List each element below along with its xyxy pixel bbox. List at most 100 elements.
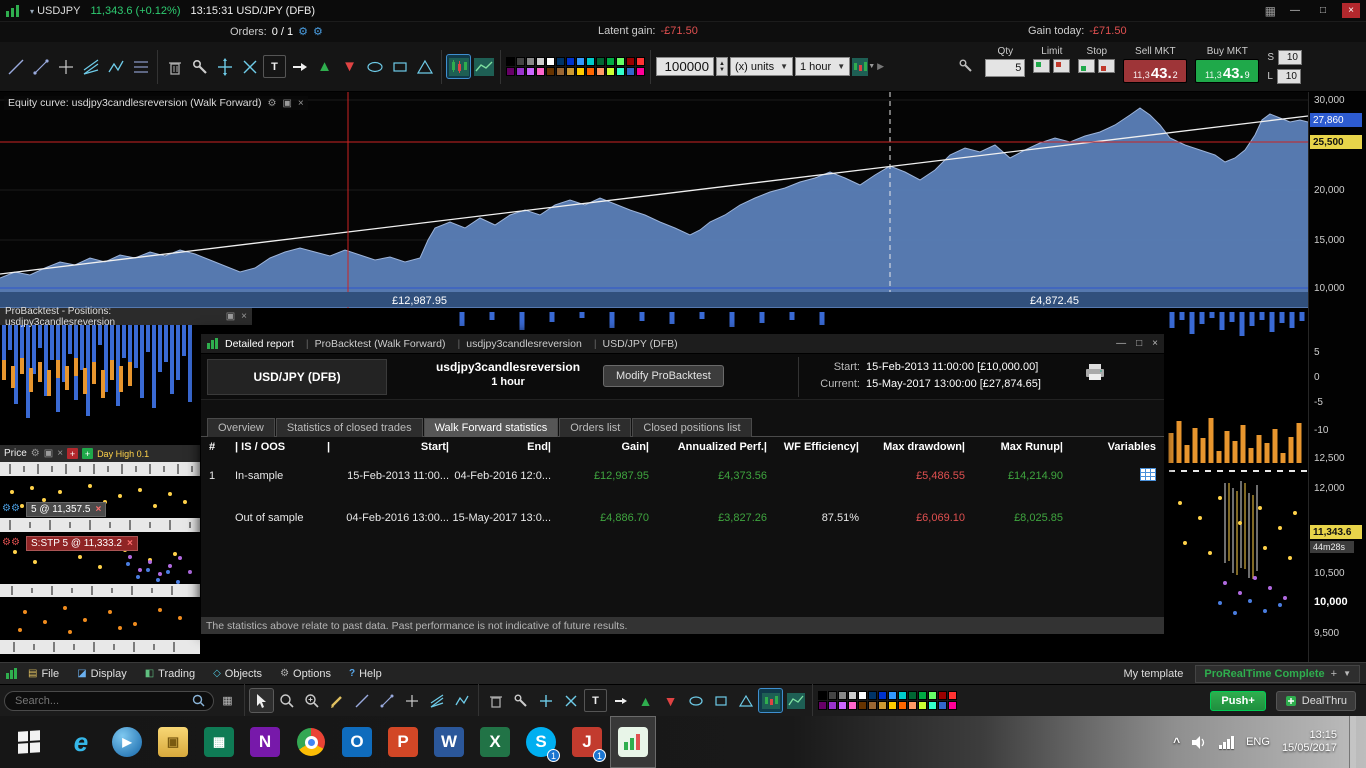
right-price-chart[interactable]	[1165, 333, 1308, 662]
ellipse-tool-icon[interactable]	[684, 689, 707, 712]
report-maximize-icon[interactable]: □	[1136, 338, 1142, 349]
color-swatch[interactable]	[888, 691, 897, 700]
color-swatch[interactable]	[818, 691, 827, 700]
text-tool-icon[interactable]: T	[584, 689, 607, 712]
taskbar-item-powerpoint[interactable]: P	[380, 716, 426, 768]
text-tool-icon[interactable]: T	[263, 55, 286, 78]
color-swatch[interactable]	[536, 57, 545, 66]
color-swatch[interactable]	[948, 701, 957, 710]
rectangle-tool-icon[interactable]	[388, 55, 411, 78]
price-chart[interactable]	[0, 462, 200, 662]
color-swatch[interactable]	[616, 57, 625, 66]
color-swatch[interactable]	[626, 57, 635, 66]
taskbar-item-prorealtime[interactable]	[610, 716, 656, 768]
color-swatch[interactable]	[586, 57, 595, 66]
taskbar-item-app-red[interactable]: J1	[564, 716, 610, 768]
search-box[interactable]	[4, 690, 214, 711]
color-swatch[interactable]	[828, 691, 837, 700]
color-swatch[interactable]	[606, 67, 615, 76]
color-swatch[interactable]	[848, 691, 857, 700]
volume-icon[interactable]	[1192, 735, 1207, 749]
taskbar-item-app-green[interactable]: ▦	[196, 716, 242, 768]
taskbar-item-skype[interactable]: S1	[518, 716, 564, 768]
pencil-tool-icon[interactable]	[325, 689, 348, 712]
my-template-button[interactable]: My template	[1123, 668, 1183, 680]
color-swatch[interactable]	[546, 67, 555, 76]
rectangle-tool-icon[interactable]	[709, 689, 732, 712]
pitchfork-tool-icon[interactable]	[79, 55, 102, 78]
color-swatch[interactable]	[848, 701, 857, 710]
equity-curve-chart[interactable]: Equity curve: usdjpy3candlesreversion (W…	[0, 92, 1309, 308]
fit-tool-icon[interactable]	[559, 689, 582, 712]
color-swatch[interactable]	[858, 691, 867, 700]
brand-add-icon[interactable]: +	[1331, 668, 1337, 680]
color-swatch[interactable]	[596, 57, 605, 66]
zigzag-tool-icon[interactable]	[104, 55, 127, 78]
pane-settings-icon[interactable]: ⚙	[31, 448, 40, 459]
hline-vline-tool-icon[interactable]	[54, 55, 77, 78]
taskbar-item-ie[interactable]: e	[58, 716, 104, 768]
buy-quick-icon[interactable]: +	[82, 448, 94, 459]
brand-dropdown-icon[interactable]: ▼	[1343, 669, 1351, 678]
open-position-badge[interactable]: 5 @ 11,357.5 ×	[26, 502, 107, 517]
color-swatch[interactable]	[908, 701, 917, 710]
taskbar-item-onenote[interactable]: N	[242, 716, 288, 768]
dealthru-button[interactable]: DealThru	[1275, 690, 1356, 711]
buy-market-button[interactable]: 11,3 43. 9	[1195, 59, 1260, 83]
pane-window-icon[interactable]: ▣	[226, 311, 235, 322]
triangle-tool-icon[interactable]	[734, 689, 757, 712]
pane-window-icon[interactable]: ▣	[282, 98, 291, 109]
stop-order-badge[interactable]: S:STP 5 @ 11,333.2 ×	[26, 536, 138, 551]
pane-settings-icon[interactable]: ⚙	[267, 98, 276, 109]
zoom-tool-icon[interactable]	[275, 689, 298, 712]
move-tool-icon[interactable]	[534, 689, 557, 712]
orders-config-icon[interactable]: ⚙	[313, 25, 323, 38]
chart-style-candles-icon[interactable]	[446, 54, 471, 79]
taskbar-item-word[interactable]: W	[426, 716, 472, 768]
color-swatch[interactable]	[636, 57, 645, 66]
fibonacci-tool-icon[interactable]	[129, 55, 152, 78]
trash-icon[interactable]	[484, 689, 507, 712]
chart-style-candles-icon[interactable]	[758, 688, 783, 713]
color-swatch[interactable]	[818, 701, 827, 710]
trendline-tool-icon[interactable]	[4, 55, 27, 78]
keyboard-icon[interactable]: ▦	[216, 689, 239, 712]
zoom-plus-tool-icon[interactable]	[300, 689, 323, 712]
trade-qty-input[interactable]	[985, 59, 1026, 77]
color-swatch[interactable]	[938, 691, 947, 700]
ellipse-tool-icon[interactable]	[363, 55, 386, 78]
start-button[interactable]	[0, 716, 58, 768]
taskbar-item-excel[interactable]: X	[472, 716, 518, 768]
symbol-dropdown[interactable]: ▾ USDJPY	[30, 5, 80, 17]
fit-tool-icon[interactable]	[238, 55, 261, 78]
tools-wrench-icon[interactable]	[188, 55, 211, 78]
language-indicator[interactable]: ENG	[1246, 736, 1270, 748]
tab-statistics-closed-trades[interactable]: Statistics of closed trades	[275, 418, 423, 437]
color-swatch[interactable]	[526, 57, 535, 66]
sell-limit-icon[interactable]	[1053, 59, 1071, 73]
l-value-box[interactable]: 10	[1276, 69, 1301, 84]
color-swatch[interactable]	[878, 701, 887, 710]
chart-style-line-icon[interactable]	[784, 689, 807, 712]
color-swatch[interactable]	[898, 701, 907, 710]
search-input[interactable]	[13, 693, 186, 708]
color-swatch[interactable]	[606, 57, 615, 66]
menu-display[interactable]: ◪ Display	[69, 663, 135, 685]
color-swatch[interactable]	[576, 57, 585, 66]
tab-orders-list[interactable]: Orders list	[559, 418, 632, 437]
report-close-icon[interactable]: ×	[1152, 338, 1158, 349]
color-swatch[interactable]	[566, 57, 575, 66]
print-icon[interactable]	[1085, 363, 1105, 384]
color-swatch[interactable]	[506, 57, 515, 66]
color-swatch[interactable]	[626, 67, 635, 76]
color-swatch[interactable]	[546, 57, 555, 66]
stop-order-gears-icon[interactable]: ⚙⚙	[2, 537, 20, 548]
tray-expand-icon[interactable]: ^	[1173, 735, 1180, 749]
sell-arrow-icon[interactable]: ▼	[338, 55, 361, 78]
continue-arrow-icon[interactable]	[288, 55, 311, 78]
color-swatch[interactable]	[938, 701, 947, 710]
show-desktop-button[interactable]	[1349, 716, 1356, 768]
pane-close-icon[interactable]: ×	[298, 98, 304, 109]
sell-market-button[interactable]: 11,3 43. 2	[1123, 59, 1188, 83]
continue-arrow-icon[interactable]	[609, 689, 632, 712]
